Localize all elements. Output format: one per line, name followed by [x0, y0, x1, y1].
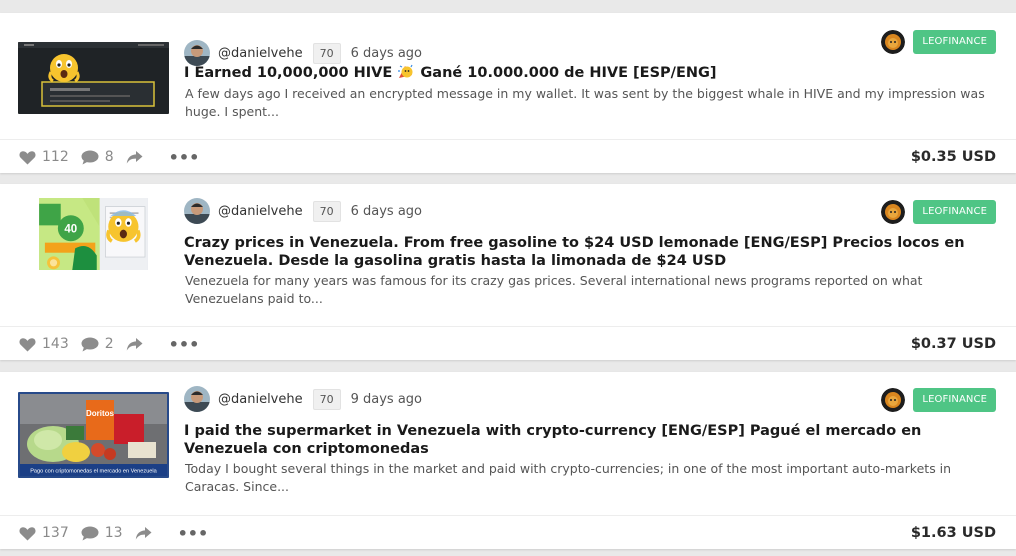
- more-options-icon[interactable]: •••: [169, 335, 200, 354]
- leofinance-lion-icon[interactable]: [881, 388, 906, 412]
- post-card[interactable]: Doritos Pago con criptomonedas el mercad…: [0, 372, 1016, 549]
- post-actions: 143 2 •••: [19, 327, 199, 361]
- reblog-button[interactable]: [135, 526, 158, 541]
- upvote-button[interactable]: 137: [19, 525, 69, 541]
- post-title-text-rest: Gané 10.000.000 de HIVE [ESP/ENG]: [415, 65, 717, 81]
- author-link[interactable]: @danielvehe: [218, 204, 303, 219]
- thumbnail-wallet-image: [18, 42, 169, 114]
- post-excerpt[interactable]: Today I bought several things in the mar…: [185, 460, 996, 496]
- post-actions: 137 13 •••: [19, 516, 208, 550]
- community-tag[interactable]: LEOFINANCE: [913, 30, 996, 54]
- reblog-button[interactable]: [126, 150, 149, 165]
- share-arrow-icon: [126, 337, 143, 350]
- post-thumbnail[interactable]: 40: [18, 198, 169, 270]
- heart-icon: [19, 150, 36, 164]
- comment-count: 8: [104, 149, 114, 165]
- thumbnail-groceries-image: Doritos Pago con criptomonedas el mercad…: [18, 392, 169, 478]
- post-title[interactable]: I paid the supermarket in Venezuela with…: [184, 422, 994, 458]
- post-thumbnail[interactable]: Doritos Pago con criptomonedas el mercad…: [18, 392, 169, 478]
- community-info: LEOFINANCE: [881, 387, 996, 413]
- post-meta: @danielvehe 70 6 days ago: [184, 197, 422, 225]
- author-link[interactable]: @danielvehe: [218, 46, 303, 61]
- avatar[interactable]: [184, 198, 210, 224]
- post-title-text: I Earned 10,000,000 HIVE: [184, 65, 398, 81]
- post-payout[interactable]: $0.37 USD: [911, 327, 996, 361]
- post-title-text: Crazy prices in Venezuela. From free gas…: [184, 235, 965, 269]
- post-card[interactable]: @danielvehe 70 6 days ago LEOFINANCE I E…: [0, 13, 1016, 173]
- vote-count: 137: [42, 525, 69, 541]
- post-title[interactable]: I Earned 10,000,000 HIVE Gané 10.000.000…: [184, 63, 994, 82]
- reblog-button[interactable]: [126, 337, 149, 352]
- post-actions: 112 8 •••: [19, 140, 199, 174]
- community-info: LEOFINANCE: [881, 29, 996, 55]
- post-excerpt[interactable]: Venezuela for many years was famous for …: [185, 272, 996, 308]
- post-meta: @danielvehe 70 9 days ago: [184, 385, 422, 413]
- comments-button[interactable]: 8: [81, 149, 114, 165]
- post-timestamp[interactable]: 9 days ago: [351, 392, 422, 407]
- more-options-icon[interactable]: •••: [178, 524, 209, 543]
- post-thumbnail[interactable]: [18, 42, 169, 114]
- post-footer: 143 2 ••• $0.37 USD: [0, 326, 1016, 360]
- thumbnail-caption: Pago con criptomonedas el mercado en Ven…: [30, 469, 157, 475]
- community-tag[interactable]: LEOFINANCE: [913, 200, 996, 224]
- share-arrow-icon: [126, 150, 143, 163]
- post-title[interactable]: Crazy prices in Venezuela. From free gas…: [184, 234, 994, 270]
- leofinance-lion-icon[interactable]: [881, 200, 906, 224]
- comments-button[interactable]: 2: [81, 336, 114, 352]
- author-link[interactable]: @danielvehe: [218, 392, 303, 407]
- comment-bubble-icon: [81, 337, 99, 351]
- comment-bubble-icon: [81, 150, 99, 164]
- svg-text:40: 40: [64, 224, 77, 236]
- upvote-button[interactable]: 112: [19, 149, 69, 165]
- upvote-button[interactable]: 143: [19, 336, 69, 352]
- comments-button[interactable]: 13: [81, 525, 123, 541]
- more-options-icon[interactable]: •••: [169, 148, 200, 167]
- community-info: LEOFINANCE: [881, 199, 996, 225]
- vote-count: 112: [42, 149, 69, 165]
- post-payout[interactable]: $1.63 USD: [911, 516, 996, 550]
- post-excerpt[interactable]: A few days ago I received an encrypted m…: [185, 85, 996, 121]
- share-arrow-icon: [135, 526, 152, 539]
- reputation-badge: 70: [312, 388, 341, 410]
- comment-count: 2: [104, 336, 114, 352]
- community-tag[interactable]: LEOFINANCE: [913, 388, 996, 412]
- leofinance-lion-icon[interactable]: [881, 30, 906, 54]
- post-footer: 112 8 ••• $0.35 USD: [0, 139, 1016, 173]
- thumbnail-lemonade-image: 40: [39, 198, 148, 270]
- avatar[interactable]: [184, 386, 210, 412]
- comment-bubble-icon: [81, 526, 99, 540]
- heart-icon: [19, 337, 36, 351]
- reputation-badge: 70: [312, 200, 341, 222]
- party-face-emoji-icon: [398, 64, 413, 78]
- vote-count: 143: [42, 336, 69, 352]
- post-footer: 137 13 ••• $1.63 USD: [0, 515, 1016, 549]
- post-title-text: I paid the supermarket in Venezuela with…: [184, 423, 922, 457]
- post-card[interactable]: 40 @danielvehe 70 6 days ago LEOFINANCE …: [0, 184, 1016, 360]
- post-timestamp[interactable]: 6 days ago: [351, 204, 422, 219]
- post-timestamp[interactable]: 6 days ago: [351, 46, 422, 61]
- svg-text:Doritos: Doritos: [86, 409, 115, 418]
- comment-count: 13: [104, 525, 123, 541]
- post-payout[interactable]: $0.35 USD: [911, 140, 996, 174]
- reputation-badge: 70: [312, 42, 341, 64]
- heart-icon: [19, 526, 36, 540]
